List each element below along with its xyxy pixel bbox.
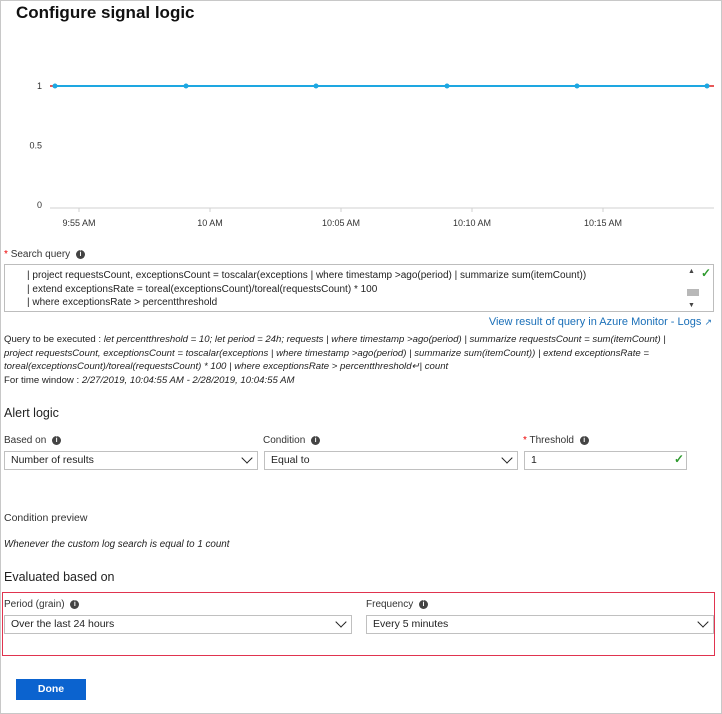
search-query-label: * Search query i <box>4 249 85 260</box>
period-label: Period (grain) i <box>4 599 80 610</box>
info-icon[interactable]: i <box>75 249 85 259</box>
x-tick-label: 10 AM <box>197 218 223 228</box>
exec-prefix: Query to be executed : <box>4 334 104 345</box>
query-line: | where exceptionsRate > percentthreshol… <box>27 297 218 308</box>
scroll-down-arrow-icon[interactable]: ▼ <box>688 302 695 309</box>
condition-dropdown[interactable]: Equal to <box>264 451 518 470</box>
view-query-results-link-text: View result of query in Azure Monitor - … <box>488 316 702 328</box>
based-on-label: Based on i <box>4 435 62 446</box>
period-value: Over the last 24 hours <box>11 618 115 630</box>
query-line: | extend exceptionsRate = toreal(excepti… <box>27 283 378 295</box>
info-icon[interactable]: i <box>70 599 80 609</box>
query-to-execute: Query to be executed : let percentthresh… <box>4 333 716 387</box>
based-on-label-text: Based on <box>4 435 47 446</box>
period-dropdown[interactable]: Over the last 24 hours <box>4 615 352 634</box>
exec-line: project requestsCount, exceptionsCount =… <box>4 347 649 359</box>
x-tick-label: 10:05 AM <box>322 218 360 228</box>
x-tick-label: 9:55 AM <box>62 218 95 228</box>
info-icon[interactable]: i <box>579 435 589 445</box>
exec-line: let percentthreshold = 10; let period = … <box>103 334 666 345</box>
time-window-value: 2/27/2019, 10:04:55 AM - 2/28/2019, 10:0… <box>81 374 295 386</box>
time-window-prefix: For time window : <box>4 374 82 386</box>
condition-label: Condition i <box>263 435 321 446</box>
external-link-icon: ↗ <box>704 317 712 327</box>
done-button[interactable]: Done <box>16 679 86 700</box>
frequency-label-text: Frequency <box>366 599 414 610</box>
period-label-text: Period (grain) <box>4 599 65 610</box>
required-asterisk: * <box>4 249 8 260</box>
y-tick-label: 1 <box>37 81 42 91</box>
view-query-results-link[interactable]: View result of query in Azure Monitor - … <box>489 316 712 328</box>
threshold-value: 1 <box>531 454 537 466</box>
y-tick-label: 0 <box>37 200 42 210</box>
based-on-dropdown[interactable]: Number of results <box>4 451 258 470</box>
signal-chart: 1 0.5 0 9:55 AM 10 AM 10:05 AM 10:10 AM 10:15 A… <box>29 81 714 228</box>
chevron-down-icon <box>697 616 709 628</box>
data-point <box>704 83 710 89</box>
chevron-down-icon <box>501 452 513 464</box>
chevron-down-icon <box>335 616 347 628</box>
frequency-label: Frequency i <box>366 599 429 610</box>
threshold-label: * Threshold i <box>523 435 589 446</box>
evaluated-based-on-heading: Evaluated based on <box>4 570 115 584</box>
search-query-label-text: Search query <box>10 249 71 260</box>
checkmark-icon: ✓ <box>701 266 712 280</box>
frequency-dropdown[interactable]: Every 5 minutes <box>366 615 714 634</box>
data-point <box>183 83 189 89</box>
alert-logic-heading: Alert logic <box>4 406 59 420</box>
query-line: | project requestsCount, exceptionsCount… <box>27 270 587 281</box>
info-icon[interactable]: i <box>311 435 321 445</box>
info-icon[interactable]: i <box>52 435 62 445</box>
scroll-up-arrow-icon[interactable]: ▲ <box>688 268 695 275</box>
search-query-input[interactable]: | project requestsCount, exceptionsCount… <box>4 264 714 312</box>
x-tick-label: 10:10 AM <box>453 218 491 228</box>
x-tick-label: 10:15 AM <box>584 218 622 228</box>
condition-preview-text: Whenever the custom log search is equal … <box>4 539 230 550</box>
threshold-label-text: Threshold <box>529 435 574 446</box>
y-tick-label: 0.5 <box>29 141 42 151</box>
data-point <box>574 83 580 89</box>
checkmark-icon: ✓ <box>674 452 685 466</box>
info-icon[interactable]: i <box>419 599 429 609</box>
based-on-value: Number of results <box>11 454 94 466</box>
required-asterisk: * <box>523 435 527 446</box>
condition-value: Equal to <box>271 454 310 466</box>
chevron-down-icon <box>241 452 253 464</box>
data-point <box>444 83 450 89</box>
data-point <box>313 83 319 89</box>
scrollbar-thumb[interactable] <box>687 289 699 296</box>
threshold-input[interactable]: 1 <box>524 451 687 470</box>
data-point <box>52 83 58 89</box>
exec-line: toreal(exceptionsCount)/toreal(requestsC… <box>4 361 449 372</box>
condition-label-text: Condition <box>263 435 306 446</box>
frequency-value: Every 5 minutes <box>373 618 449 630</box>
condition-preview-label: Condition preview <box>4 512 88 524</box>
